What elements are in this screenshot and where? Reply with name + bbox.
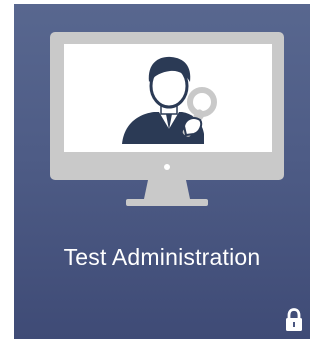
- lock-icon: [286, 308, 302, 331]
- tile-title: Test Administration: [63, 244, 261, 270]
- monitor-user-key-icon: [50, 32, 284, 206]
- test-administration-tile[interactable]: Test Administration: [14, 4, 310, 339]
